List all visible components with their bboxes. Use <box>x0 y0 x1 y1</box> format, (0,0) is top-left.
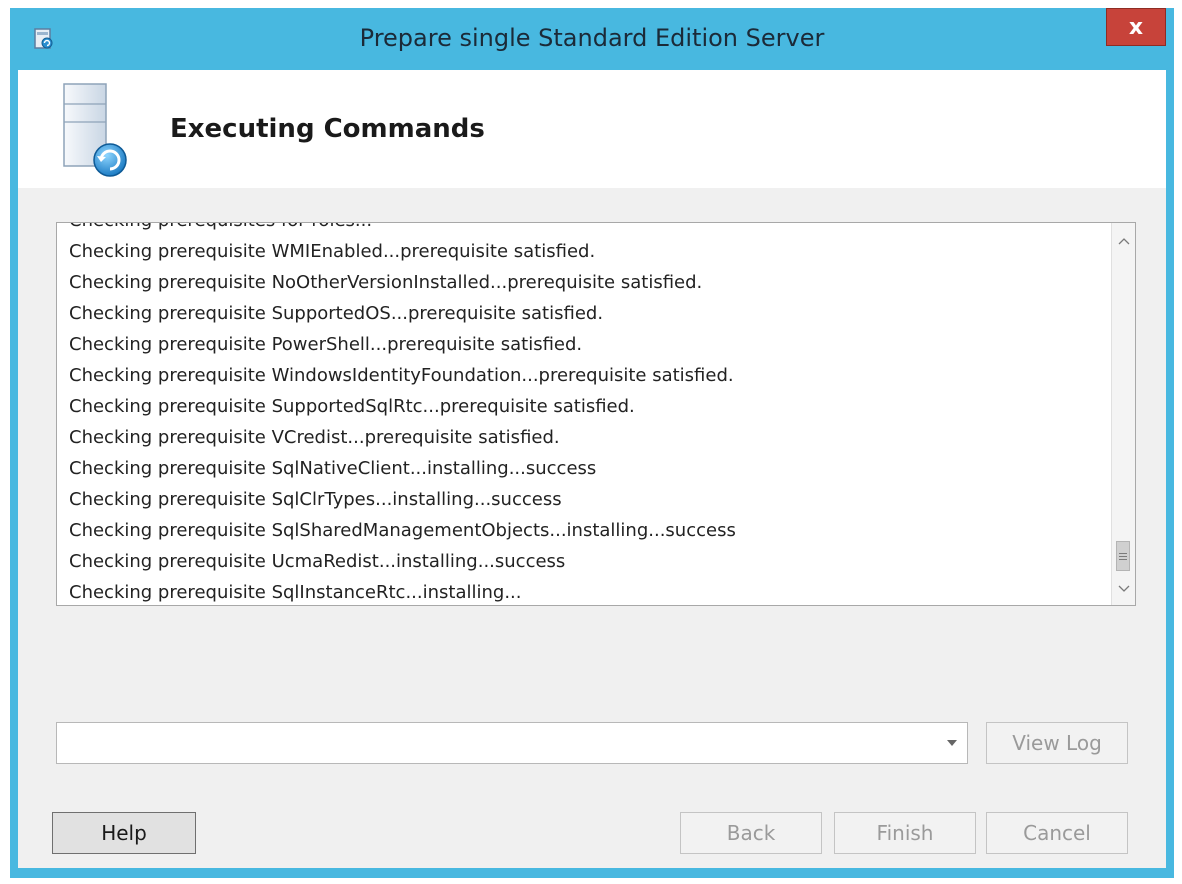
log-line: Checking prerequisite SqlInstanceRtc...i… <box>69 582 522 603</box>
log-line: Checking prerequisite VCredist...prerequ… <box>69 427 560 448</box>
dialog-body: Executing Commands Checking prerequisite… <box>18 70 1166 868</box>
log-line: Checking prerequisite SupportedOS...prer… <box>69 303 604 324</box>
dialog-window: Prepare single Standard Edition Server x <box>10 8 1174 878</box>
chevron-up-icon[interactable] <box>1112 229 1135 253</box>
window-title: Prepare single Standard Edition Server <box>359 24 825 52</box>
cancel-button[interactable]: Cancel <box>986 812 1128 854</box>
log-lines: Checking prerequisites for roles... Check… <box>69 223 1089 605</box>
help-button[interactable]: Help <box>52 812 196 854</box>
title-bar[interactable]: Prepare single Standard Edition Server x <box>10 8 1174 68</box>
log-line: Checking prerequisite WindowsIdentityFou… <box>69 365 734 386</box>
log-line: Checking prerequisite SqlSharedManagemen… <box>69 520 736 541</box>
log-scrollbar[interactable] <box>1111 223 1135 605</box>
header-band: Executing Commands <box>18 70 1166 188</box>
log-line: Checking prerequisite NoOtherVersionInst… <box>69 272 703 293</box>
chevron-down-icon[interactable] <box>1112 577 1135 601</box>
page-title: Executing Commands <box>170 114 485 144</box>
log-line: Checking prerequisite SqlNativeClient...… <box>69 458 597 479</box>
log-line: Checking prerequisite WMIEnabled...prere… <box>69 241 596 262</box>
command-log[interactable]: Checking prerequisites for roles... Check… <box>56 222 1136 606</box>
view-log-button[interactable]: View Log <box>986 722 1128 764</box>
log-line: Checking prerequisite SupportedSqlRtc...… <box>69 396 635 417</box>
server-refresh-icon <box>58 82 142 182</box>
back-button[interactable]: Back <box>680 812 822 854</box>
scroll-thumb[interactable] <box>1116 541 1130 571</box>
log-line: Checking prerequisite PowerShell...prere… <box>69 334 583 355</box>
log-selector-combo[interactable] <box>56 722 968 764</box>
close-button[interactable]: x <box>1106 8 1166 46</box>
log-line: Checking prerequisite UcmaRedist...insta… <box>69 551 566 572</box>
dropdown-arrow-icon[interactable] <box>937 723 967 763</box>
log-line: Checking prerequisites for roles... <box>69 223 1089 236</box>
finish-button[interactable]: Finish <box>834 812 976 854</box>
log-line: Checking prerequisite SqlClrTypes...inst… <box>69 489 562 510</box>
